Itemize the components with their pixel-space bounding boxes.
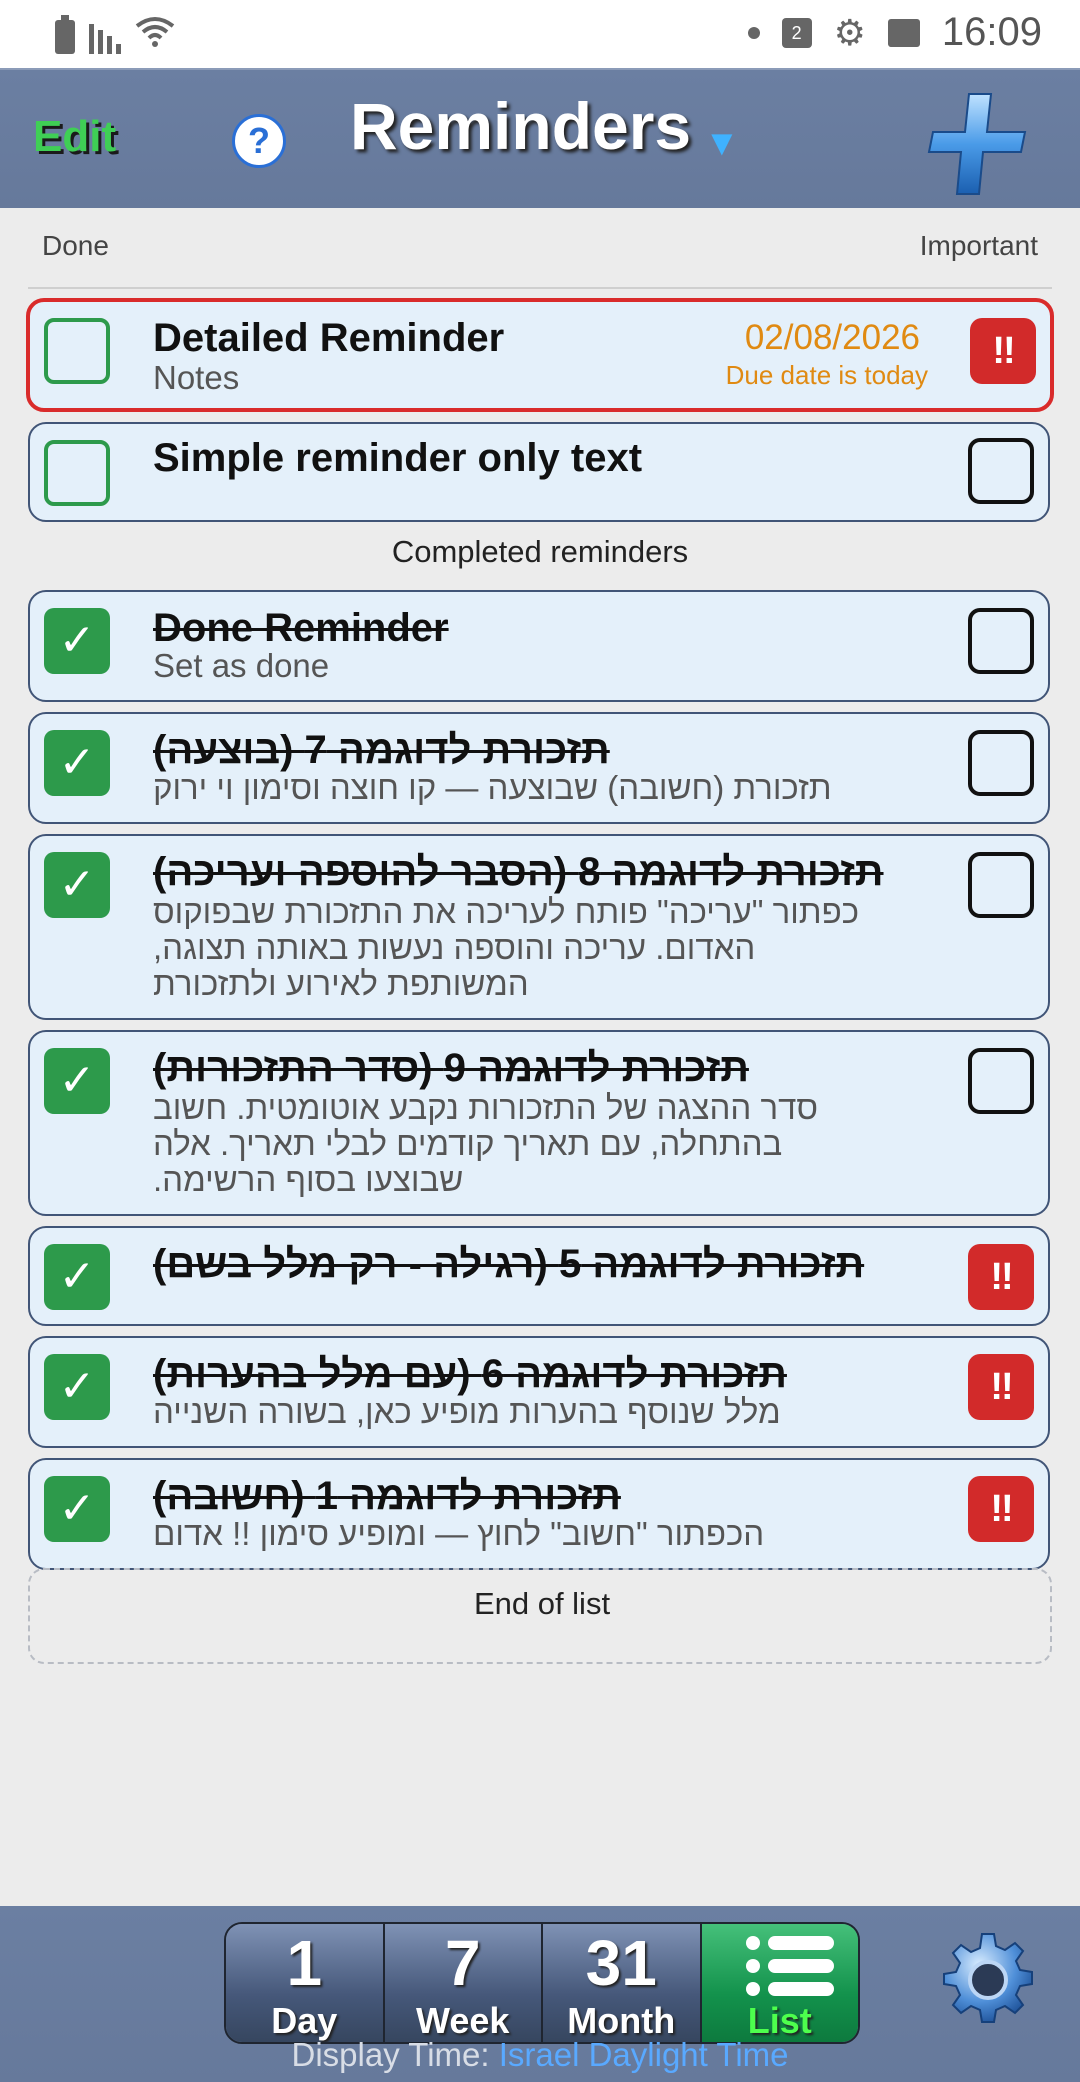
reminder-notes: Set as done (153, 647, 330, 684)
reminder-card[interactable]: ✓ תזכורת לדוגמה 1 (חשובה) הכפתור "חשוב" … (28, 1458, 1050, 1570)
reminder-notes-line: שבוצעו בסוף הרשימה. (153, 1161, 464, 1198)
end-of-list-label: End of list (473, 1586, 611, 1621)
done-checkbox[interactable]: ✓ (44, 1476, 110, 1542)
status-right-icons: 2 ⚙ 16:09 (747, 10, 1042, 55)
reminder-notes: תזכורת (חשובה) שבוצעה — קו חוצה וסימון ו… (153, 769, 832, 806)
reminder-notes: Notes (153, 359, 240, 396)
important-toggle[interactable] (968, 730, 1034, 796)
image-icon (887, 18, 920, 47)
reminder-card[interactable]: ✓ תזכורת לדוגמה 7 (בוצעה) תזכורת (חשובה)… (28, 712, 1050, 824)
reminder-notes: הכפתור "חשוב" לחוץ — ומופיע סימון !! אדו… (153, 1515, 765, 1552)
reminder-title: תזכורת לדוגמה 9 (סדר התזכורות) (153, 1046, 749, 1090)
due-date: 02/08/2026 (744, 318, 920, 357)
reminder-title: תזכורת לדוגמה 7 (בוצעה) (153, 728, 610, 772)
important-toggle[interactable]: !! (968, 1244, 1034, 1310)
gear-icon (943, 1933, 1033, 2023)
reminder-card[interactable]: ✓ Done Reminder Set as done (28, 590, 1050, 702)
important-toggle[interactable] (968, 438, 1034, 504)
important-toggle[interactable]: !! (968, 1476, 1034, 1542)
reminder-title: תזכורת לדוגמה 1 (חשובה) (153, 1474, 621, 1518)
tab-month[interactable]: 31 Month (543, 1924, 702, 2042)
status-time: 16:09 (941, 10, 1042, 54)
divider (28, 287, 1052, 289)
reminder-card[interactable]: ✓ תזכורת לדוגמה 6 (עם מלל בהערות) מלל שנ… (28, 1336, 1050, 1448)
page-title[interactable]: Reminders (350, 88, 691, 164)
reminder-title: תזכורת לדוגמה 8 (הסבר להוספה ועריכה) (153, 850, 884, 894)
done-checkbox[interactable] (44, 318, 110, 384)
plus-icon (927, 93, 1027, 195)
done-checkbox[interactable]: ✓ (44, 1048, 110, 1114)
reminder-title: תזכורת לדוגמה 5 (רגילה - רק מלל בשם) (153, 1242, 865, 1286)
tab-list[interactable]: List (701, 1924, 858, 2042)
battery-icon (55, 15, 75, 54)
list-icon (745, 1936, 834, 2005)
tab-week-number: 7 (444, 1927, 481, 1999)
signal-icon (89, 24, 121, 54)
reminder-notes-line: בהתחלה, עם תאריך קודמים לבלי תאריך. אלה (153, 1125, 783, 1162)
reminder-title: Simple reminder only text (153, 436, 643, 480)
important-toggle[interactable]: !! (970, 318, 1036, 384)
display-time: Display Time: Israel Daylight Time (0, 2036, 1080, 2074)
important-toggle[interactable]: !! (968, 1354, 1034, 1420)
reminder-title: Done Reminder (153, 606, 449, 650)
done-checkbox[interactable]: ✓ (44, 1354, 110, 1420)
due-status: Due date is today (725, 360, 928, 390)
tab-day-number: 1 (286, 1927, 323, 1999)
calendar-icon: 2 (781, 17, 812, 48)
done-checkbox[interactable]: ✓ (44, 1244, 110, 1310)
reminder-notes-line: המשותפת לאירוע ולתזכורת (153, 965, 529, 1002)
reminder-title: תזכורת לדוגמה 6 (עם מלל בהערות) (153, 1352, 787, 1396)
reminder-notes-line: סדר ההצגה של התזכורות נקבע אוטומטית. חשו… (153, 1089, 818, 1126)
gear-icon: ⚙ (833, 11, 866, 53)
important-column-header: Important (919, 230, 1038, 261)
important-toggle[interactable] (968, 1048, 1034, 1114)
bottom-bar: 1 Day 7 Week 31 Month List Display Time:… (0, 1906, 1080, 2082)
view-switcher: 1 Day 7 Week 31 Month List (224, 1922, 860, 2044)
done-checkbox[interactable]: ✓ (44, 608, 110, 674)
wifi-icon (135, 14, 175, 54)
done-checkbox[interactable] (44, 440, 110, 506)
reminder-notes: מלל שנוסף בהערות מופיע כאן, בשורה השנייה (153, 1393, 781, 1430)
important-toggle[interactable] (968, 608, 1034, 674)
app-header: Edit ? Reminders ▼ (0, 68, 1080, 208)
status-left-icons (55, 14, 175, 54)
reminder-card[interactable]: Detailed Reminder Notes 02/08/2026 Due d… (26, 298, 1054, 412)
tab-day[interactable]: 1 Day (226, 1924, 385, 2042)
display-time-prefix: Display Time: (291, 2036, 490, 2073)
reminder-notes-line: האדום. עריכה והוספה נעשות באותה תצוגה, (153, 929, 756, 966)
end-of-list: End of list (28, 1568, 1052, 1664)
done-checkbox[interactable]: ✓ (44, 852, 110, 918)
settings-button[interactable] (938, 1930, 1038, 2030)
reminder-card[interactable]: ✓ תזכורת לדוגמה 9 (סדר התזכורות) סדר ההצ… (28, 1030, 1050, 1216)
notification-dot-icon (747, 26, 760, 39)
done-column-header: Done (42, 230, 109, 261)
done-checkbox[interactable]: ✓ (44, 730, 110, 796)
tab-week[interactable]: 7 Week (384, 1924, 543, 2042)
title-dropdown-icon[interactable]: ▼ (704, 122, 740, 164)
completed-section-label: Completed reminders (391, 534, 689, 569)
reminder-card[interactable]: Simple reminder only text (28, 422, 1050, 522)
add-reminder-button[interactable] (925, 90, 1033, 198)
reminder-card[interactable]: ✓ תזכורת לדוגמה 5 (רגילה - רק מלל בשם) !… (28, 1226, 1050, 1326)
edit-button[interactable]: Edit (33, 112, 116, 162)
important-toggle[interactable] (968, 852, 1034, 918)
tab-month-number: 31 (585, 1927, 657, 1999)
reminder-card[interactable]: ✓ תזכורת לדוגמה 8 (הסבר להוספה ועריכה) כ… (28, 834, 1050, 1020)
help-button[interactable]: ? (232, 114, 286, 168)
reminder-notes-line: כפתור "עריכה" פותח לעריכה את התזכורת שבפ… (153, 893, 860, 930)
status-bar: 2 ⚙ 16:09 (0, 0, 1080, 68)
display-time-zone[interactable]: Israel Daylight Time (499, 2036, 789, 2073)
reminder-title: Detailed Reminder (153, 316, 505, 360)
